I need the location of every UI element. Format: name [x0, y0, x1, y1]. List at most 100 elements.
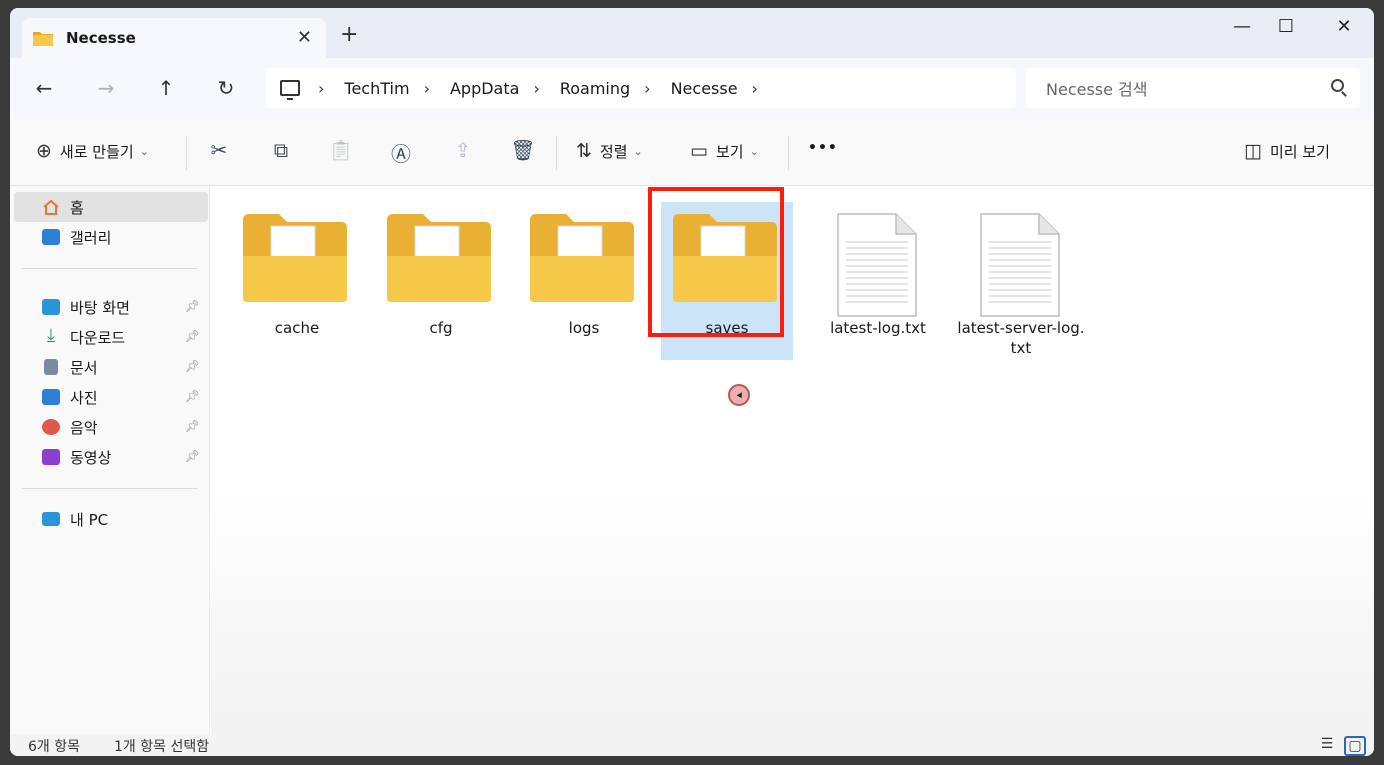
new-button-label: 새로 만들기 [59, 142, 134, 161]
tab-title: Necesse [66, 29, 136, 47]
more-options-button[interactable]: ••• [808, 140, 838, 156]
divider [788, 136, 789, 170]
text-file-icon [980, 213, 1060, 317]
preview-pane-icon: ◫ [1244, 140, 1262, 162]
minimize-button[interactable]: — [1222, 16, 1262, 37]
sidebar-item-desktop[interactable]: 바탕 화면 📌︎ [14, 292, 208, 322]
forward-button[interactable]: → [88, 74, 124, 102]
search-input[interactable]: Necesse 검색 [1026, 68, 1360, 108]
rename-icon[interactable]: Ⓐ [386, 138, 416, 167]
videos-icon [42, 449, 60, 465]
maximize-button[interactable]: ☐ [1266, 16, 1306, 37]
pin-icon[interactable]: 📌︎ [185, 449, 200, 463]
sidebar-item-pictures[interactable]: 사진 📌︎ [14, 382, 208, 412]
divider [22, 268, 198, 269]
folder-item-logs[interactable]: logs [518, 202, 650, 360]
tab-necesse[interactable]: Necesse ✕ [22, 18, 326, 58]
status-bar: 6개 항목 1개 항목 선택함 ☰ ▢ [10, 734, 1374, 756]
folder-item-cfg[interactable]: cfg [375, 202, 507, 360]
folder-icon [387, 214, 491, 302]
mouse-cursor-icon [728, 384, 750, 406]
preview-pane-button[interactable]: ◫ 미리 보기 [1244, 140, 1330, 162]
share-icon[interactable]: ⇪ [448, 138, 478, 162]
breadcrumb-separator[interactable]: › [533, 79, 539, 98]
chevron-down-icon: ⌄ [139, 144, 149, 158]
pin-icon[interactable]: 📌︎ [185, 419, 200, 433]
breadcrumb-necesse[interactable]: Necesse [671, 79, 738, 98]
selection-count: 1개 항목 선택함 [114, 739, 210, 755]
desktop-icon [42, 299, 60, 315]
sidebar-item-gallery[interactable]: 갤러리 [14, 222, 208, 252]
refresh-button[interactable]: ↻ [208, 74, 244, 102]
file-name: latest-server-log. txt [957, 319, 1085, 357]
breadcrumb-separator[interactable]: › [752, 79, 758, 98]
highlight-box [648, 187, 784, 337]
home-icon [43, 199, 59, 215]
breadcrumb-roaming[interactable]: Roaming [560, 79, 630, 98]
divider [22, 488, 198, 489]
file-name: logs [568, 319, 600, 337]
file-list[interactable]: cache cfg logs saves latest-log.txt late… [211, 186, 1374, 734]
details-view-icon[interactable]: ☰ [1316, 736, 1338, 756]
tab-close-icon[interactable]: ✕ [297, 27, 312, 48]
close-window-button[interactable]: ✕ [1324, 16, 1364, 37]
file-item-latest-log[interactable]: latest-log.txt [812, 202, 944, 360]
navigation-pane: 홈 갤러리 바탕 화면 📌︎ ⤓ 다운로드 📌︎ 문서 📌︎ 사진 📌︎ 음악 … [10, 186, 210, 734]
sidebar-item-label: 갤러리 [70, 228, 112, 247]
address-bar[interactable]: › TechTim › AppData › Roaming › Necesse … [266, 68, 1016, 108]
new-button[interactable]: ⊕ 새로 만들기 ⌄ [36, 140, 149, 162]
sidebar-item-home[interactable]: 홈 [14, 192, 208, 222]
sidebar-item-documents[interactable]: 문서 📌︎ [14, 352, 208, 382]
view-icon: ▭ [690, 140, 708, 162]
preview-pane-label: 미리 보기 [1269, 142, 1330, 161]
file-name: latest-log.txt [830, 319, 926, 337]
up-button[interactable]: ↑ [148, 74, 184, 102]
pin-icon[interactable]: 📌︎ [185, 329, 200, 343]
delete-icon[interactable]: 🗑︎ [508, 138, 538, 162]
breadcrumb-techtim[interactable]: TechTim [344, 79, 409, 98]
new-tab-button[interactable]: + [340, 24, 358, 46]
command-bar: ⊕ 새로 만들기 ⌄ ✂ ⧉ 📋︎ Ⓐ ⇪ 🗑︎ ⇅ 정렬 ⌄ ▭ 보기 ⌄ •… [10, 118, 1374, 186]
view-button[interactable]: ▭ 보기 ⌄ [690, 140, 759, 162]
pictures-icon [42, 389, 60, 405]
sidebar-item-label: 동영상 [70, 448, 112, 467]
search-icon[interactable] [1331, 79, 1344, 92]
sidebar-item-label: 홈 [70, 198, 84, 217]
sidebar-item-downloads[interactable]: ⤓ 다운로드 📌︎ [14, 322, 208, 352]
sidebar-item-label: 사진 [70, 388, 98, 407]
sidebar-item-music[interactable]: 음악 📌︎ [14, 412, 208, 442]
sidebar-item-label: 다운로드 [70, 328, 126, 347]
breadcrumb-appdata[interactable]: AppData [450, 79, 519, 98]
sidebar-item-label: 바탕 화면 [70, 298, 130, 317]
plus-circle-icon: ⊕ [36, 140, 52, 162]
view-button-label: 보기 [715, 142, 744, 161]
download-icon: ⤓ [47, 325, 55, 346]
copy-icon[interactable]: ⧉ [266, 138, 296, 162]
large-icons-view-icon[interactable]: ▢ [1344, 736, 1366, 756]
this-pc-icon [42, 512, 60, 526]
music-icon [42, 419, 60, 435]
pin-icon[interactable]: 📌︎ [185, 299, 200, 313]
text-file-icon [837, 213, 917, 317]
divider [556, 136, 557, 170]
folder-icon [530, 214, 634, 302]
breadcrumb-separator[interactable]: › [424, 79, 430, 98]
sort-button[interactable]: ⇅ 정렬 ⌄ [576, 140, 643, 162]
back-button[interactable]: ← [26, 74, 62, 102]
file-item-latest-server-log[interactable]: latest-server-log. txt [955, 202, 1087, 360]
item-count: 6개 항목 [28, 739, 80, 755]
pin-icon[interactable]: 📌︎ [185, 389, 200, 403]
pin-icon[interactable]: 📌︎ [185, 359, 200, 373]
folder-item-cache[interactable]: cache [231, 202, 363, 360]
breadcrumb-separator[interactable]: › [644, 79, 650, 98]
sort-icon: ⇅ [576, 140, 592, 162]
sidebar-item-this-pc[interactable]: 내 PC [14, 504, 208, 534]
cut-icon[interactable]: ✂ [204, 138, 234, 162]
documents-icon [44, 359, 58, 375]
sidebar-item-videos[interactable]: 동영상 📌︎ [14, 442, 208, 472]
sidebar-item-label: 문서 [70, 358, 98, 377]
navigation-bar: ← → ↑ ↻ › TechTim › AppData › Roaming › … [10, 58, 1374, 118]
breadcrumb-separator[interactable]: › [318, 79, 324, 98]
file-name: cache [274, 319, 320, 337]
paste-icon[interactable]: 📋︎ [326, 138, 356, 162]
